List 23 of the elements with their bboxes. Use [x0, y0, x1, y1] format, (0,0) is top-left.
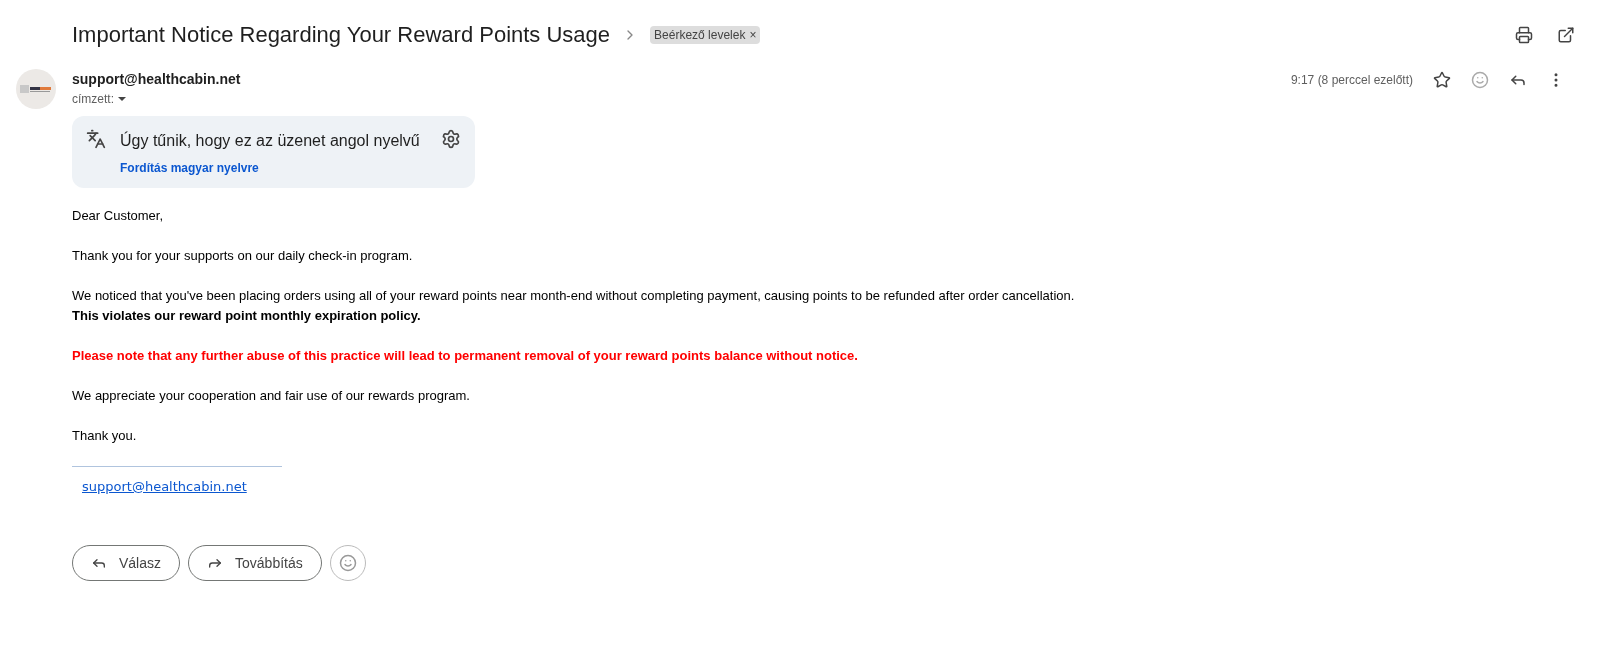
translate-link[interactable]: Fordítás magyar nyelvre — [120, 159, 441, 177]
body-text: Thank you. — [72, 427, 138, 445]
star-icon[interactable] — [1433, 70, 1451, 89]
sender-email: support@healthcabin.net — [72, 70, 241, 89]
body-text: We noticed that you've been placing orders using all of your reward points near month-end without completing payment, causing points to be refunded after order cancellation. — [72, 287, 1076, 305]
new-window-icon[interactable] — [1557, 25, 1575, 44]
timestamp: 9:17 (8 perccel ezelőtt) — [1290, 71, 1413, 89]
avatar — [16, 69, 56, 109]
body-text: Dear Customer, — [72, 207, 165, 225]
smiley-icon — [338, 554, 357, 572]
body-text: This violates our reward point monthly expiration policy. — [72, 307, 422, 325]
email-subject: Important Notice Regarding Your Reward Points Usage — [72, 21, 611, 49]
label-text: Beérkező levelek — [654, 26, 746, 44]
settings-icon[interactable] — [441, 129, 461, 149]
remove-label-button[interactable]: × — [749, 25, 757, 44]
translate-icon — [86, 129, 106, 149]
signature-link[interactable]: support@healthcabin.net — [82, 477, 247, 497]
print-icon[interactable] — [1515, 25, 1533, 44]
body-text: We appreciate your cooperation and fair use of our rewards program. — [72, 387, 471, 405]
body-text: Thank you for your supports on our daily check-in program. — [72, 247, 414, 265]
recipient-toggle[interactable]: címzett: — [72, 90, 126, 108]
body-text: Please note that any further abuse of this practice will lead to permanent removal of your reward points balance without notice. — [72, 347, 859, 365]
translation-message: Úgy tűnik, hogy ez az üzenet angol nyelvű — [120, 130, 421, 151]
